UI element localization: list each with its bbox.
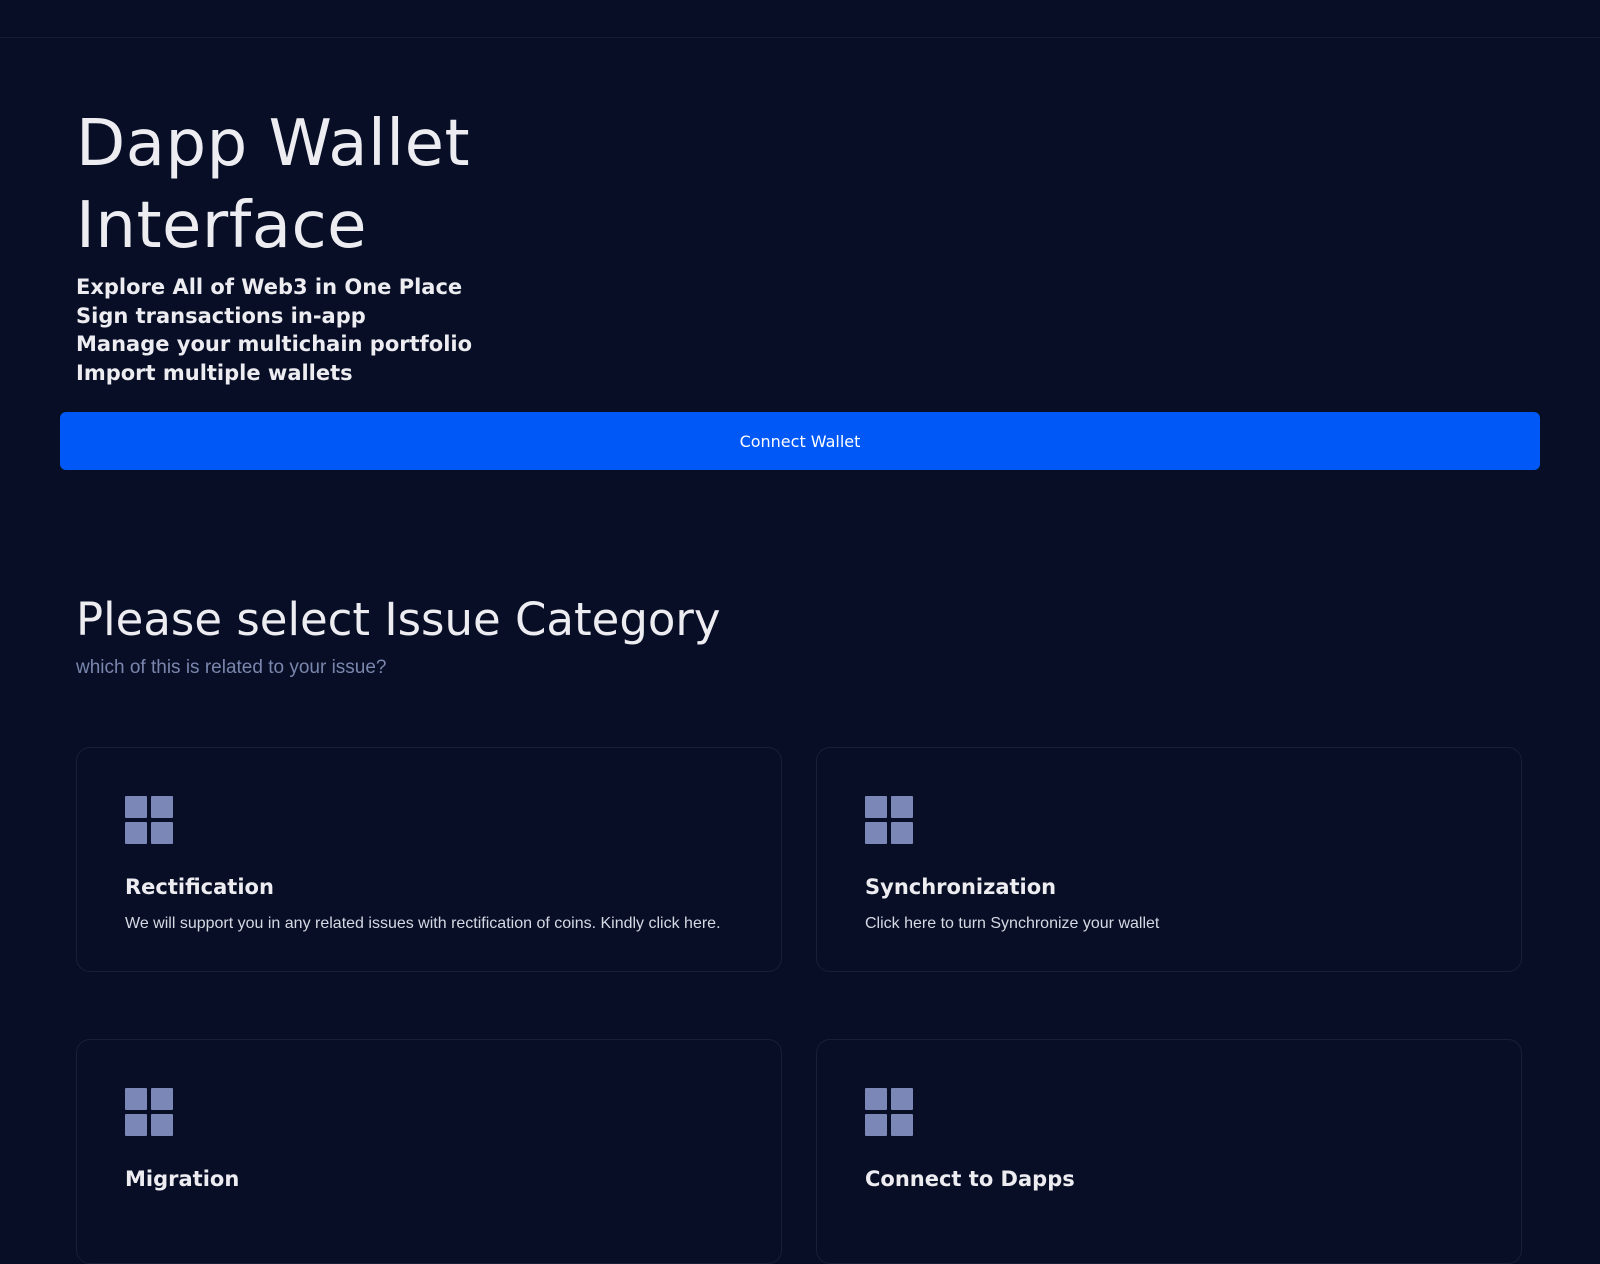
card-description: We will support you in any related issue…: [125, 915, 721, 932]
card-title: Rectification: [125, 875, 274, 899]
grid-icon: [865, 796, 913, 844]
feature-item: Sign transactions in-app: [76, 303, 366, 328]
grid-icon: [125, 796, 173, 844]
issue-card-migration[interactable]: Migration: [76, 1039, 782, 1264]
feature-item: Manage your multichain portfolio: [76, 332, 473, 356]
hero-title: Dapp Wallet Interface: [76, 107, 471, 263]
issue-card-synchronization[interactable]: Synchronization Click here to turn Synch…: [816, 747, 1522, 972]
feature-list: Explore All of Web3 in One Place Sign tr…: [76, 273, 472, 387]
connect-wallet-button[interactable]: Connect Wallet: [60, 412, 1540, 470]
issue-category-title: Please select Issue Category: [76, 593, 721, 646]
card-description: Click here to turn Synchronize your wall…: [865, 915, 1160, 932]
card-title: Connect to Dapps: [865, 1167, 1075, 1191]
grid-icon: [125, 1088, 173, 1136]
issue-category-subtitle: which of this is related to your issue?: [76, 657, 387, 678]
feature-item: Import multiple wallets: [76, 360, 353, 385]
card-title: Synchronization: [865, 875, 1057, 899]
card-title: Migration: [125, 1167, 240, 1191]
top-navbar: [0, 0, 1600, 38]
issue-card-connect-to-dapps[interactable]: Connect to Dapps: [816, 1039, 1522, 1264]
issue-card-rectification[interactable]: Rectification We will support you in any…: [76, 747, 782, 972]
feature-item: Explore All of Web3 in One Place: [76, 275, 463, 299]
grid-icon: [865, 1088, 913, 1136]
